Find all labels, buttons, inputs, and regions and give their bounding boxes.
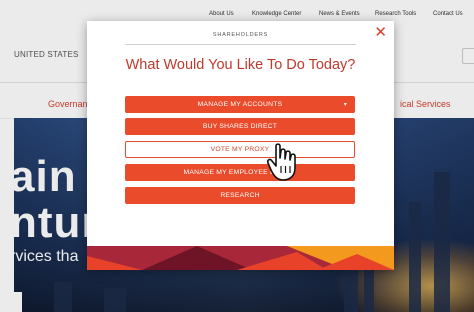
close-icon[interactable]: ✕ bbox=[374, 25, 387, 40]
decorative-band bbox=[87, 246, 394, 270]
manage-employee-equity-button[interactable]: MANAGE MY EMPLOYEE EQUITY bbox=[125, 164, 355, 181]
modal-divider bbox=[125, 44, 356, 45]
button-label: BUY SHARES DIRECT bbox=[202, 123, 278, 130]
shareholders-modal: SHAREHOLDERS ✕ What Would You Like To Do… bbox=[87, 21, 394, 270]
button-label: MANAGE MY ACCOUNTS bbox=[197, 101, 283, 108]
modal-eyebrow: SHAREHOLDERS bbox=[212, 32, 269, 38]
vote-my-proxy-button[interactable]: VOTE MY PROXY bbox=[125, 141, 355, 158]
decorative-band-graphic bbox=[87, 246, 394, 270]
manage-accounts-button[interactable]: MANAGE MY ACCOUNTS ▾ bbox=[125, 96, 355, 113]
modal-title: What Would You Like To Do Today? bbox=[125, 57, 356, 73]
button-label: VOTE MY PROXY bbox=[210, 146, 270, 153]
chevron-down-icon: ▾ bbox=[343, 102, 347, 108]
pointer-hand-icon bbox=[266, 140, 310, 184]
research-button[interactable]: RESEARCH bbox=[125, 187, 355, 204]
button-label: RESEARCH bbox=[220, 192, 260, 199]
buy-shares-direct-button[interactable]: BUY SHARES DIRECT bbox=[125, 118, 355, 135]
